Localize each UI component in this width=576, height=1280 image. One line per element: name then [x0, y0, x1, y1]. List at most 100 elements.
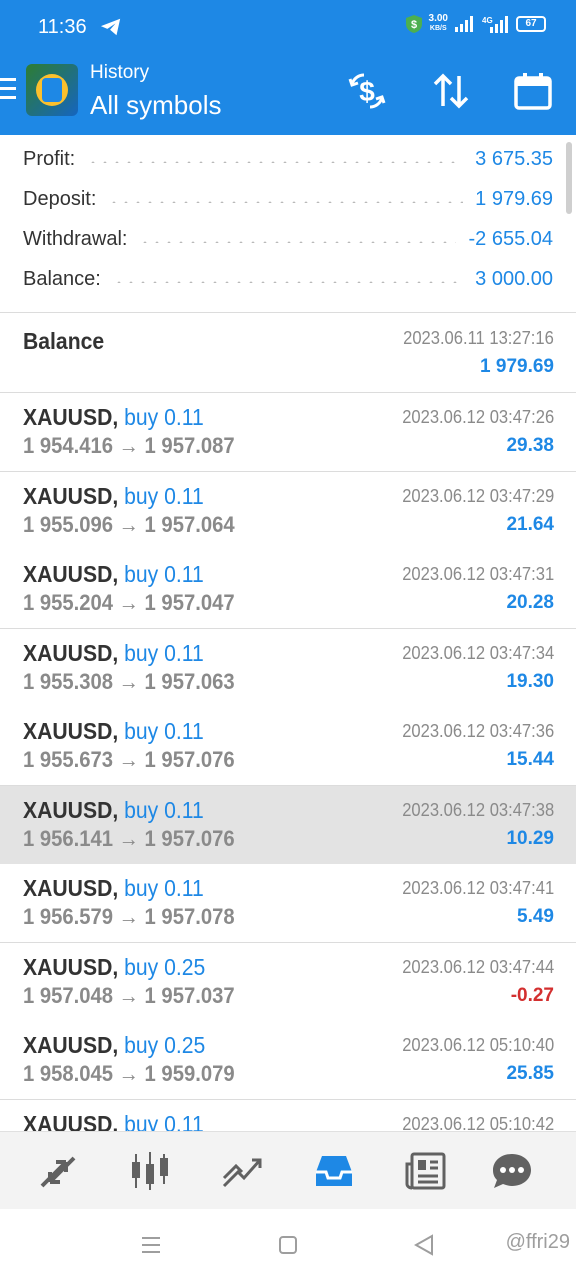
- balance-operation-row[interactable]: Balance 2023.06.11 13:27:16 1 979.69: [0, 314, 576, 393]
- arrow-icon: →: [118, 826, 139, 851]
- shield-dollar-icon: $: [405, 15, 422, 33]
- deal-profit: 19.30: [506, 671, 554, 692]
- arrow-icon: →: [118, 590, 139, 615]
- scrollbar[interactable]: [566, 142, 572, 214]
- svg-text:4G: 4G: [482, 16, 493, 25]
- deal-row[interactable]: XAUUSD, buy 0.25 1 957.048 → 1 957.037 2…: [0, 943, 576, 1022]
- dotted-leader: [87, 161, 464, 163]
- signal-4g-icon: 4G: [482, 16, 508, 33]
- deal-row[interactable]: XAUUSD, buy 0.11 1 955.204 → 1 957.047 2…: [0, 550, 576, 629]
- deal-open-price: 1 955.204: [23, 590, 114, 615]
- svg-text:$: $: [359, 76, 375, 107]
- deal-close-price: 1 959.079: [144, 1061, 235, 1086]
- deal-time: 2023.06.12 03:47:26: [402, 407, 554, 427]
- arrow-icon: →: [118, 983, 139, 1008]
- arrow-icon: →: [118, 512, 139, 537]
- profit-value: 3 675.35: [475, 147, 553, 170]
- deal-close-price: 1 957.064: [144, 512, 235, 537]
- trade-icon[interactable]: [220, 1150, 264, 1192]
- withdrawal-label: Withdrawal:: [23, 227, 128, 250]
- telegram-icon: [100, 18, 121, 36]
- sort-icon[interactable]: [430, 70, 472, 112]
- news-icon[interactable]: [404, 1150, 448, 1192]
- app-logo[interactable]: [26, 64, 78, 116]
- quotes-icon[interactable]: [36, 1150, 80, 1192]
- battery-indicator: 67: [516, 16, 546, 32]
- deal-time: 2023.06.12 03:47:44: [402, 957, 554, 977]
- deal-open-price: 1 955.673: [23, 747, 114, 772]
- deal-row[interactable]: XAUUSD, buy 0.11 1 956.579 → 1 957.078 2…: [0, 864, 576, 943]
- deal-close-price: 1 957.037: [144, 983, 235, 1008]
- top-bar: 11:36 $ 3.00 KB/S 4G 67 History All symb…: [0, 0, 576, 135]
- deal-side: buy 0.11: [124, 875, 204, 901]
- deal-time: 2023.06.12 03:47:34: [402, 643, 554, 663]
- deal-open-price: 1 955.308: [23, 669, 114, 694]
- arrow-icon: →: [118, 433, 139, 458]
- deal-side: buy 0.25: [124, 1032, 206, 1058]
- withdrawal-row: Withdrawal: -2 655.04: [23, 219, 553, 259]
- back-icon[interactable]: [414, 1234, 434, 1256]
- deal-symbol: XAUUSD,: [23, 561, 119, 587]
- deal-open-price: 1 957.048: [23, 983, 114, 1008]
- deal-row-selected[interactable]: XAUUSD, buy 0.11 1 956.141 → 1 957.076 2…: [0, 786, 576, 865]
- deal-profit: 20.28: [506, 592, 554, 613]
- dotted-leader: [139, 241, 457, 243]
- deal-symbol: XAUUSD,: [23, 954, 119, 980]
- screen-subtitle: History: [90, 62, 150, 83]
- deal-time: 2023.06.12 03:47:36: [402, 721, 554, 741]
- deal-side: buy 0.25: [124, 954, 206, 980]
- menu-icon[interactable]: [0, 78, 18, 104]
- deal-close-price: 1 957.087: [144, 433, 235, 458]
- deal-profit: 29.38: [506, 435, 554, 456]
- home-icon[interactable]: [278, 1235, 298, 1255]
- deal-side: buy 0.11: [124, 404, 204, 430]
- calendar-icon[interactable]: [512, 70, 554, 112]
- deal-close-price: 1 957.076: [144, 826, 235, 851]
- deposit-label: Deposit:: [23, 187, 97, 210]
- deal-row[interactable]: XAUUSD, buy 0.11 1 955.673 → 1 957.076 2…: [0, 707, 576, 786]
- svg-text:$: $: [410, 19, 416, 31]
- deal-profit: 10.29: [506, 828, 554, 849]
- deal-close-price: 1 957.063: [144, 669, 235, 694]
- deal-side: buy 0.11: [124, 561, 204, 587]
- screen-title[interactable]: All symbols: [90, 90, 221, 121]
- arrow-icon: →: [118, 1061, 139, 1086]
- status-time: 11:36: [38, 16, 87, 38]
- chat-icon[interactable]: [490, 1150, 534, 1192]
- deposit-value: 1 979.69: [475, 187, 553, 210]
- deal-symbol: XAUUSD,: [23, 483, 119, 509]
- deal-profit: 5.49: [517, 906, 554, 927]
- deal-symbol: XAUUSD,: [23, 797, 119, 823]
- status-right: $ 3.00 KB/S 4G 67: [405, 14, 546, 34]
- arrow-icon: →: [118, 669, 139, 694]
- deal-close-price: 1 957.076: [144, 747, 235, 772]
- deal-row[interactable]: XAUUSD, buy 0.11 1 954.416 → 1 957.087 2…: [0, 393, 576, 472]
- deal-symbol: XAUUSD,: [23, 1032, 119, 1058]
- dotted-leader: [108, 201, 464, 203]
- history-icon[interactable]: [312, 1150, 356, 1192]
- deal-profit: -0.27: [510, 985, 554, 1006]
- chart-icon[interactable]: [128, 1150, 172, 1192]
- arrow-icon: →: [118, 904, 139, 929]
- balance-label: Balance:: [23, 267, 101, 290]
- deal-side: buy 0.11: [124, 718, 204, 744]
- deal-side: buy 0.11: [124, 640, 204, 666]
- deal-row[interactable]: XAUUSD, buy 0.25 1 958.045 → 1 959.079 2…: [0, 1021, 576, 1100]
- dollar-sync-icon[interactable]: $: [346, 70, 388, 112]
- arrow-icon: →: [118, 747, 139, 772]
- balance-row-label: Balance: [23, 328, 105, 354]
- deal-open-price: 1 954.416: [23, 433, 114, 458]
- deal-symbol: XAUUSD,: [23, 875, 119, 901]
- recents-icon[interactable]: [140, 1235, 162, 1255]
- balance-row-amount: 1 979.69: [480, 356, 554, 377]
- deal-side: buy 0.11: [124, 483, 204, 509]
- deal-symbol: XAUUSD,: [23, 404, 119, 430]
- deal-row[interactable]: XAUUSD, buy 0.11 1 955.308 → 1 957.063 2…: [0, 629, 576, 708]
- deal-row[interactable]: XAUUSD, buy 0.11 1 955.096 → 1 957.064 2…: [0, 472, 576, 551]
- balance-value: 3 000.00: [475, 267, 553, 290]
- profit-label: Profit:: [23, 147, 76, 170]
- watermark-text: @ffri29: [505, 1231, 570, 1253]
- balance-summary-row: Balance: 3 000.00: [23, 259, 553, 299]
- balance-row-time: 2023.06.11 13:27:16: [403, 328, 554, 348]
- deal-open-price: 1 955.096: [23, 512, 114, 537]
